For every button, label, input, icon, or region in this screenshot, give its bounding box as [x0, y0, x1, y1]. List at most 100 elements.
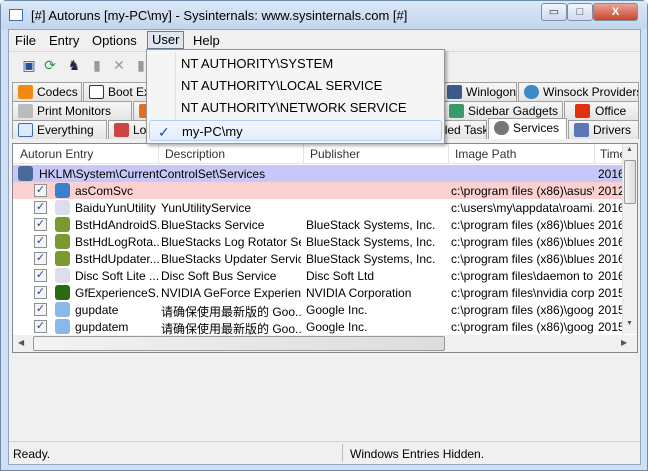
table-row[interactable]: ✓ BstHdAndroidS... BlueStacks Service Bl… [13, 216, 623, 233]
tab-label: Winsock Providers [543, 85, 639, 99]
cell-description: Disc Soft Bus Service [161, 269, 277, 283]
tab-label: Codecs [37, 85, 78, 99]
tab-everything[interactable]: Everything [12, 120, 107, 139]
col-description[interactable]: Description [165, 147, 225, 161]
cell-image-path: c:\program files\nvidia corp... [451, 286, 594, 300]
maximize-button[interactable]: □ [567, 3, 593, 21]
table-row[interactable]: ✓ BaiduYunUtility YunUtilityService c:\u… [13, 199, 623, 216]
table-row[interactable]: ✓ BstHdUpdater... BlueStacks Updater Ser… [13, 250, 623, 267]
tab-services[interactable]: Services [488, 118, 567, 139]
codecs-icon [18, 85, 33, 99]
cell-publisher: BlueStack Systems, Inc. [306, 218, 436, 232]
find-icon[interactable]: ♞ [66, 57, 82, 73]
enabled-checkbox[interactable]: ✓ [34, 252, 47, 265]
table-row[interactable]: ✓ gupdate 请确保使用最新版的 Goo... Google Inc. c… [13, 301, 623, 319]
menu-item-label: my-PC\my [182, 124, 243, 139]
status-hidden: Windows Entries Hidden. [350, 447, 485, 461]
group-row[interactable]: HKLM\System\CurrentControlSet\Services 2… [13, 165, 629, 182]
scroll-down-icon[interactable]: ▼ [626, 320, 633, 327]
tab-print-monitors[interactable]: Print Monitors [12, 101, 132, 120]
cell-description: NVIDIA GeForce Experienc... [161, 286, 301, 300]
copy-icon[interactable]: ▮ [89, 57, 105, 73]
enabled-checkbox[interactable]: ✓ [34, 320, 47, 333]
col-autorun-entry[interactable]: Autorun Entry [20, 147, 93, 161]
tab-codecs[interactable]: Codecs [12, 82, 82, 101]
cell-publisher: Disc Soft Ltd [306, 269, 375, 283]
col-publisher[interactable]: Publisher [310, 147, 360, 161]
scroll-up-icon[interactable]: ▲ [626, 146, 633, 153]
enabled-checkbox[interactable]: ✓ [34, 201, 47, 214]
table-row[interactable]: ✓ BstHdLogRota... BlueStacks Log Rotator… [13, 233, 623, 250]
enabled-checkbox[interactable]: ✓ [34, 184, 47, 197]
cell-image-path: c:\program files (x86)\bluest... [451, 218, 594, 232]
refresh-icon[interactable]: ⟳ [42, 57, 58, 73]
cell-entry: BstHdAndroidS... [75, 218, 159, 232]
menu-item-network-service[interactable]: NT AUTHORITY\NETWORK SERVICE [149, 97, 442, 118]
enabled-checkbox[interactable]: ✓ [34, 303, 47, 316]
col-image-path[interactable]: Image Path [455, 147, 516, 161]
tab-label: Services [513, 121, 560, 135]
tab-drivers[interactable]: Drivers [568, 120, 639, 139]
everything-icon [18, 123, 33, 137]
bluestacks-icon [55, 217, 70, 232]
table-row[interactable]: ✓ gupdatem 请确保使用最新版的 Goo... Google Inc. … [13, 318, 623, 336]
cell-description: YunUtilityService [161, 201, 252, 215]
office-icon [575, 104, 590, 118]
menu-item-system[interactable]: NT AUTHORITY\SYSTEM [149, 53, 442, 74]
horizontal-scroll-thumb[interactable] [33, 336, 445, 351]
cell-entry: BaiduYunUtility [75, 201, 156, 215]
enabled-checkbox[interactable]: ✓ [34, 218, 47, 231]
cell-entry: gupdatem [75, 320, 129, 334]
printer-icon [18, 104, 33, 118]
drivers-icon [574, 123, 589, 137]
window-title: [#] Autoruns [my-PC\my] - Sysinternals: … [31, 8, 408, 23]
cell-time: 2016- [598, 252, 623, 266]
minimize-button[interactable]: ▭ [541, 3, 567, 21]
menu-item-my-pc-my[interactable]: ✓ my-PC\my [149, 120, 442, 141]
autoruns-list[interactable]: Autorun Entry Description Publisher Imag… [12, 143, 638, 353]
cell-time: 2012- [598, 184, 623, 198]
cell-entry: GfExperienceS... [75, 286, 159, 300]
cell-description: BlueStacks Log Rotator Ser... [161, 235, 301, 249]
cell-publisher: BlueStack Systems, Inc. [306, 252, 436, 266]
table-row[interactable]: ✓ Disc Soft Lite ... Disc Soft Bus Servi… [13, 267, 623, 284]
registry-icon [18, 166, 33, 181]
winlogon-icon [447, 85, 462, 99]
menu-item-label: NT AUTHORITY\LOCAL SERVICE [181, 78, 383, 93]
cell-image-path: c:\program files (x86)\bluest... [451, 252, 594, 266]
tab-boot-execute[interactable]: Boot Execute [83, 82, 153, 101]
logon-icon [114, 123, 129, 137]
google-update-icon [55, 319, 70, 334]
cell-image-path: c:\users\my\appdata\roami... [451, 201, 594, 215]
boot-icon [89, 85, 104, 99]
tab-office[interactable]: Office [564, 101, 639, 120]
save-icon[interactable]: ▣ [21, 57, 37, 73]
enabled-checkbox[interactable]: ✓ [34, 235, 47, 248]
menu-item-label: NT AUTHORITY\SYSTEM [181, 56, 334, 71]
tab-winsock-providers[interactable]: Winsock Providers [518, 82, 639, 101]
scroll-right-icon[interactable]: ▶ [621, 338, 627, 347]
menu-entry[interactable]: Entry [49, 33, 79, 48]
menu-options[interactable]: Options [92, 33, 137, 48]
menu-item-local-service[interactable]: NT AUTHORITY\LOCAL SERVICE [149, 75, 442, 96]
vertical-scroll-thumb[interactable] [624, 160, 636, 204]
table-row[interactable]: ✓ asComSvc c:\program files (x86)\asus\.… [13, 182, 623, 199]
delete-icon[interactable]: ✕ [111, 57, 127, 73]
cell-publisher: Google Inc. [306, 303, 368, 317]
table-row[interactable]: ✓ GfExperienceS... NVIDIA GeForce Experi… [13, 284, 623, 301]
list-header: Autorun Entry Description Publisher Imag… [13, 144, 626, 164]
gears-icon [494, 121, 509, 135]
menu-user[interactable]: User [147, 31, 185, 49]
tab-label: Drivers [593, 123, 631, 137]
enabled-checkbox[interactable]: ✓ [34, 269, 47, 282]
menu-file[interactable]: File [15, 33, 36, 48]
menu-help[interactable]: Help [193, 33, 220, 48]
horizontal-scrollbar[interactable]: ◀ ▶ [13, 335, 637, 352]
bluestacks-icon [55, 234, 70, 249]
enabled-checkbox[interactable]: ✓ [34, 286, 47, 299]
close-button[interactable]: X [593, 3, 638, 21]
scroll-left-icon[interactable]: ◀ [18, 338, 24, 347]
tab-winlogon[interactable]: Winlogon [441, 82, 517, 101]
tab-label: Sidebar Gadgets [468, 104, 559, 118]
vertical-scrollbar[interactable]: ▲ ▼ [622, 144, 637, 334]
